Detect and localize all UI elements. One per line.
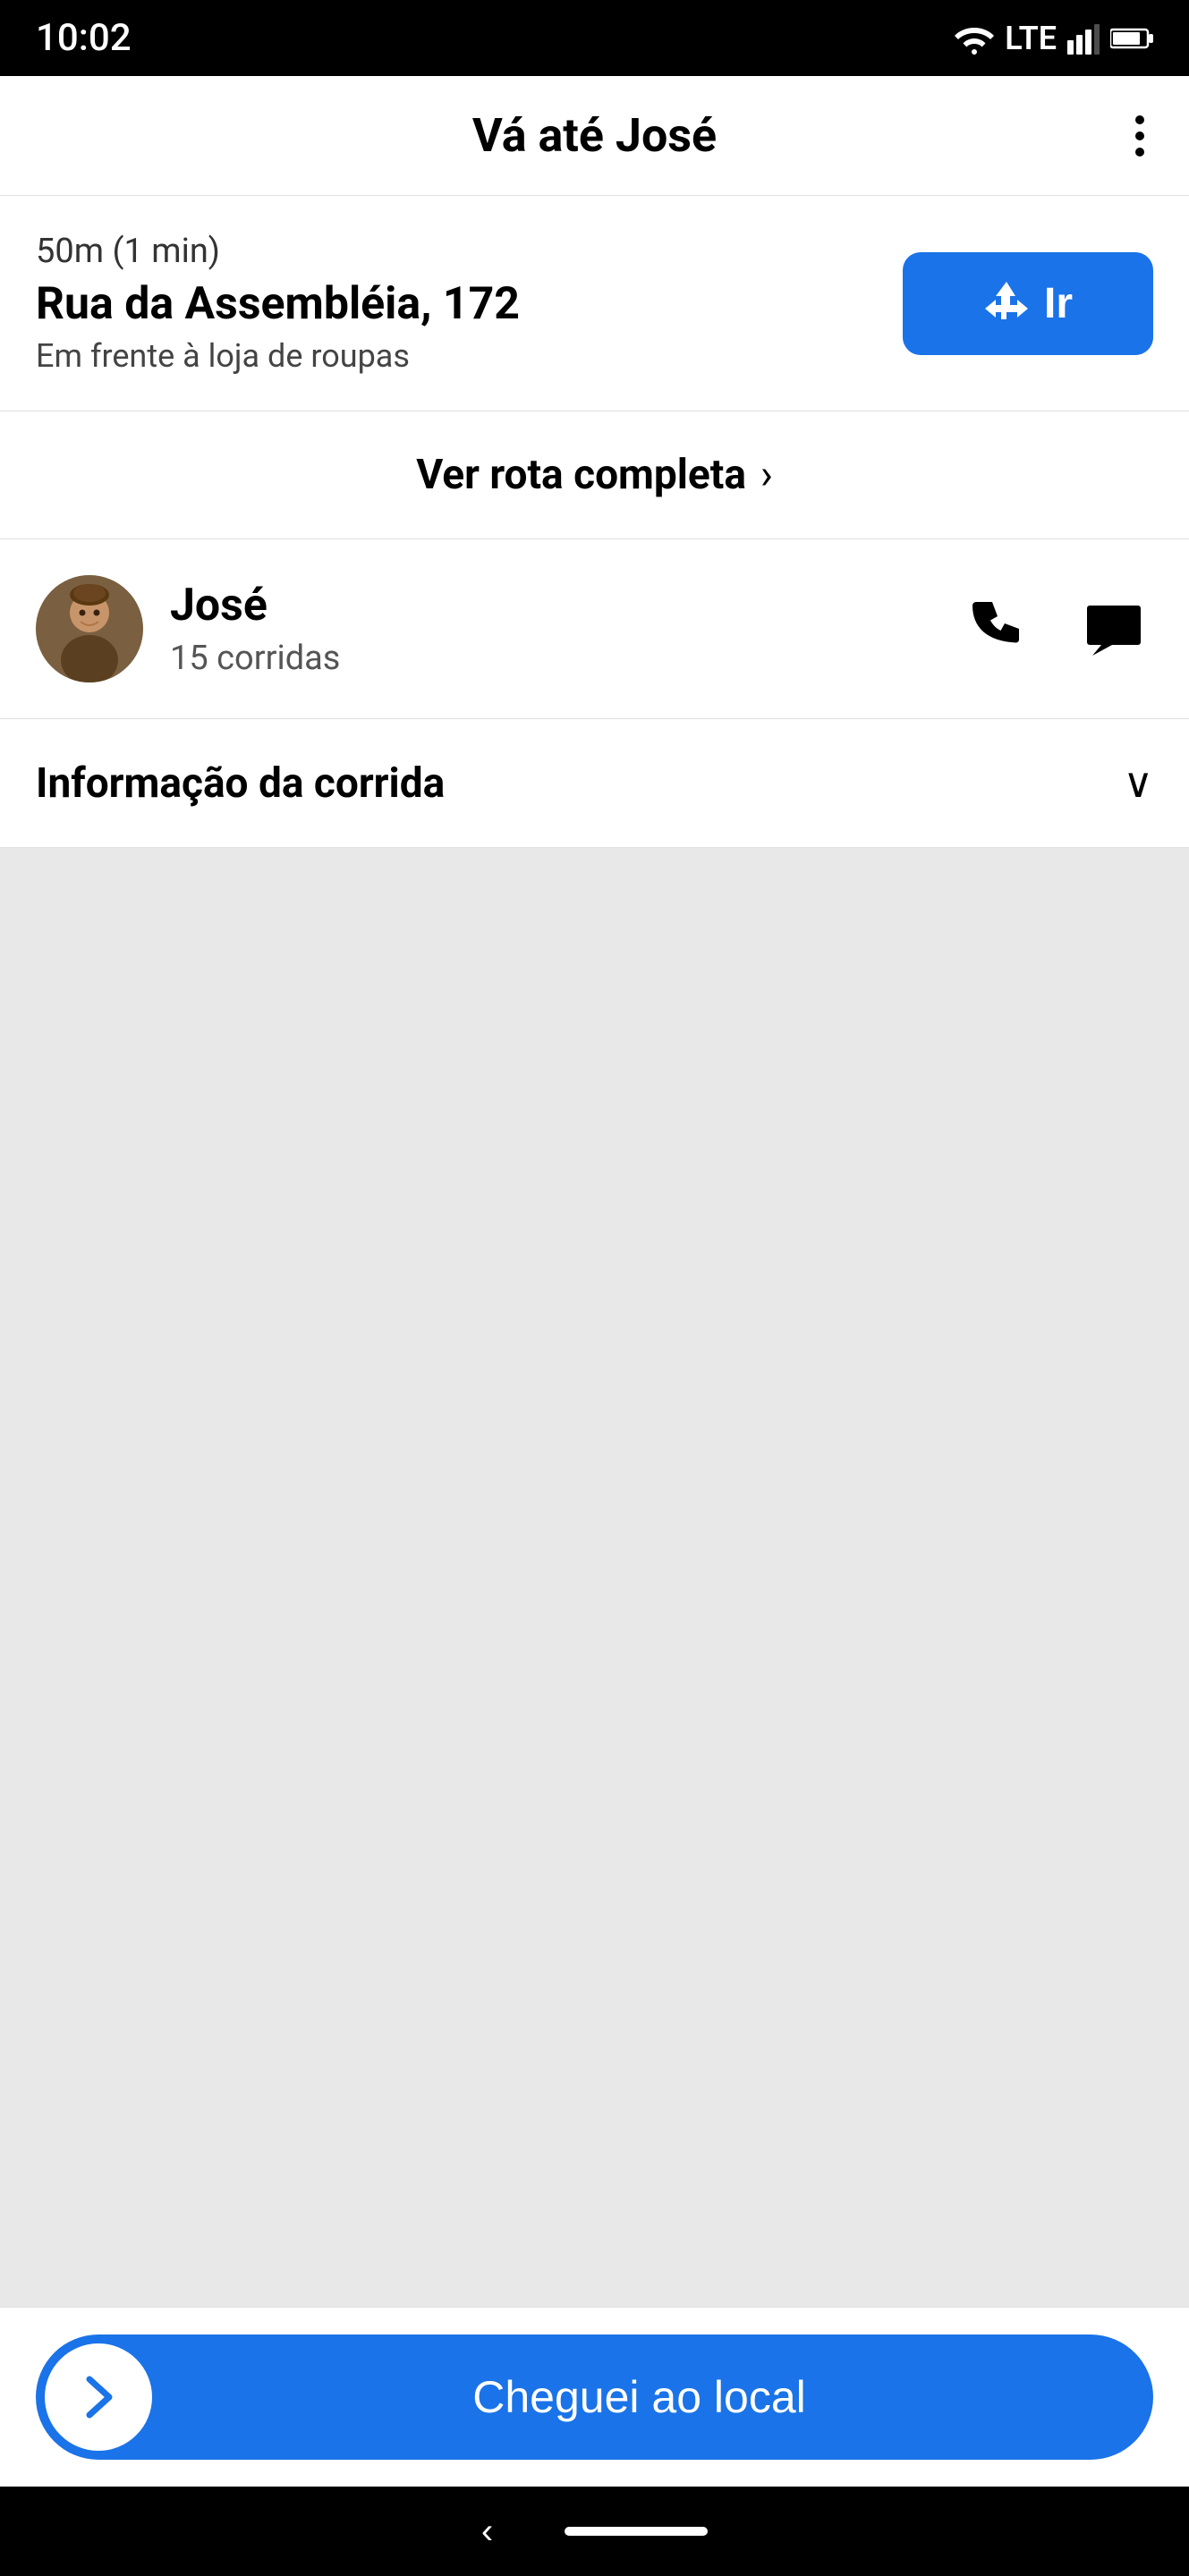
dot-2 xyxy=(1135,131,1144,140)
passenger-name: José xyxy=(170,580,933,631)
map-area xyxy=(0,848,1189,2307)
arrived-button-label: Cheguei ao local xyxy=(152,2371,1153,2423)
navigation-card: 50m (1 min) Rua da Assembléia, 172 Em fr… xyxy=(0,196,1189,411)
page-title: Vá até José xyxy=(472,108,717,163)
signal-icon xyxy=(1067,22,1100,55)
dot-3 xyxy=(1135,148,1144,157)
status-icons: LTE xyxy=(955,20,1153,57)
lte-label: LTE xyxy=(1005,20,1057,57)
more-options-button[interactable] xyxy=(1126,106,1153,165)
phone-icon xyxy=(969,598,1030,659)
ride-info-title: Informação da corrida xyxy=(36,759,445,808)
header: Vá até José xyxy=(0,76,1189,196)
view-full-route-label: Ver rota completa xyxy=(416,451,746,499)
app-container: Vá até José 50m (1 min) Rua da Assembléi… xyxy=(0,76,1189,2487)
arrived-button[interactable]: Cheguei ao local xyxy=(36,2334,1153,2460)
wifi-icon xyxy=(955,22,994,55)
status-time: 10:02 xyxy=(36,16,132,60)
passenger-card: José 15 corridas xyxy=(0,539,1189,719)
go-button-label: Ir xyxy=(1044,279,1073,328)
message-button[interactable] xyxy=(1074,589,1153,668)
bottom-action-area: Cheguei ao local xyxy=(0,2307,1189,2487)
view-full-route-button[interactable]: Ver rota completa › xyxy=(0,411,1189,539)
route-icon xyxy=(983,280,1030,326)
back-button[interactable]: ‹ xyxy=(481,2512,493,2552)
arrived-button-icon xyxy=(45,2343,152,2451)
dot-1 xyxy=(1135,115,1144,124)
passenger-avatar xyxy=(36,575,143,682)
nav-landmark: Em frente à loja de roupas xyxy=(36,337,520,375)
nav-info: 50m (1 min) Rua da Assembléia, 172 Em fr… xyxy=(36,232,520,375)
home-indicator[interactable] xyxy=(565,2527,708,2536)
nav-address: Rua da Assembléia, 172 xyxy=(36,278,520,330)
avatar-image xyxy=(36,575,143,682)
passenger-actions xyxy=(960,589,1153,668)
nav-time-distance: 50m (1 min) xyxy=(36,232,520,271)
route-chevron-icon: › xyxy=(760,451,773,499)
message-icon xyxy=(1083,598,1144,659)
bottom-nav-bar: ‹ xyxy=(0,2487,1189,2576)
call-button[interactable] xyxy=(960,589,1039,668)
passenger-info: José 15 corridas xyxy=(170,580,933,678)
go-button[interactable]: Ir xyxy=(903,252,1153,355)
battery-icon xyxy=(1110,26,1153,51)
status-bar: 10:02 LTE xyxy=(0,0,1189,76)
passenger-rides: 15 corridas xyxy=(170,639,933,678)
chevron-right-icon xyxy=(72,2370,125,2424)
chevron-down-icon: ∨ xyxy=(1123,758,1153,808)
ride-info-section[interactable]: Informação da corrida ∨ xyxy=(0,719,1189,848)
